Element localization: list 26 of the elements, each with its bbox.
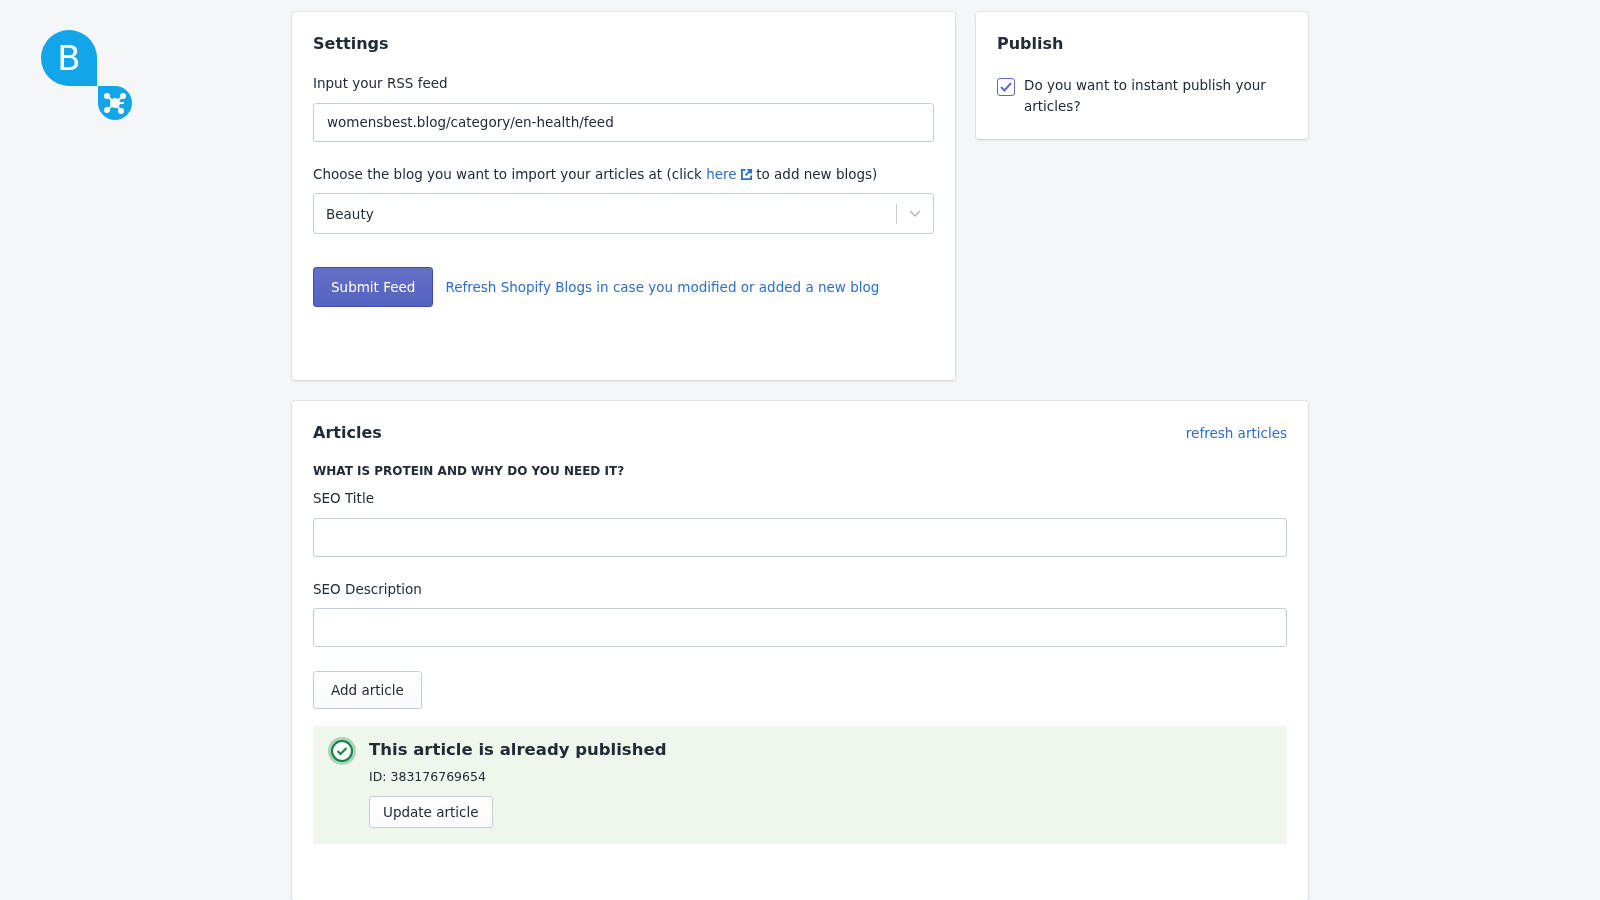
article-id: ID: 383176769654 (369, 769, 487, 785)
chevron-down-icon (909, 209, 921, 218)
here-link[interactable]: here (706, 165, 752, 182)
card-title: Articles (313, 423, 382, 442)
seo-description-field[interactable] (313, 608, 1287, 648)
refresh-articles-link[interactable]: refresh articles (1185, 425, 1287, 441)
submit-feed-button[interactable]: Submit Feed (313, 267, 434, 308)
card-title: Publish (997, 34, 1065, 53)
banner-title: This article is already published (369, 740, 667, 760)
seo-title-field[interactable] (313, 517, 1287, 557)
add-article-button[interactable]: Add article (313, 671, 422, 710)
check-circle-icon (327, 736, 357, 767)
article-title: WHAT IS PROTEIN AND WHY DO YOU NEED IT? (313, 464, 626, 478)
update-article-button[interactable]: Update article (369, 796, 493, 829)
field-label: SEO Description (313, 580, 423, 599)
checkbox[interactable] (997, 78, 1015, 96)
refresh-blogs-link[interactable]: Refresh Shopify Blogs in case you modified or added a new blog (445, 279, 880, 296)
field-label: Choose the blog you want to import your articles at (click here to add new blogs) (313, 165, 879, 184)
field-label: Input your RSS feed (313, 75, 449, 93)
external-link-icon (740, 168, 752, 180)
app-logo: B (41, 30, 133, 122)
field-label: SEO Title (313, 490, 375, 508)
blog-select[interactable]: Beauty (313, 193, 934, 235)
card-title: Settings (313, 34, 390, 53)
rss-feed-field[interactable]: womensbest.blog/category/en-health/feed (313, 102, 934, 142)
checkbox-label: Do you want to instant publish your articles? (1024, 76, 1267, 116)
